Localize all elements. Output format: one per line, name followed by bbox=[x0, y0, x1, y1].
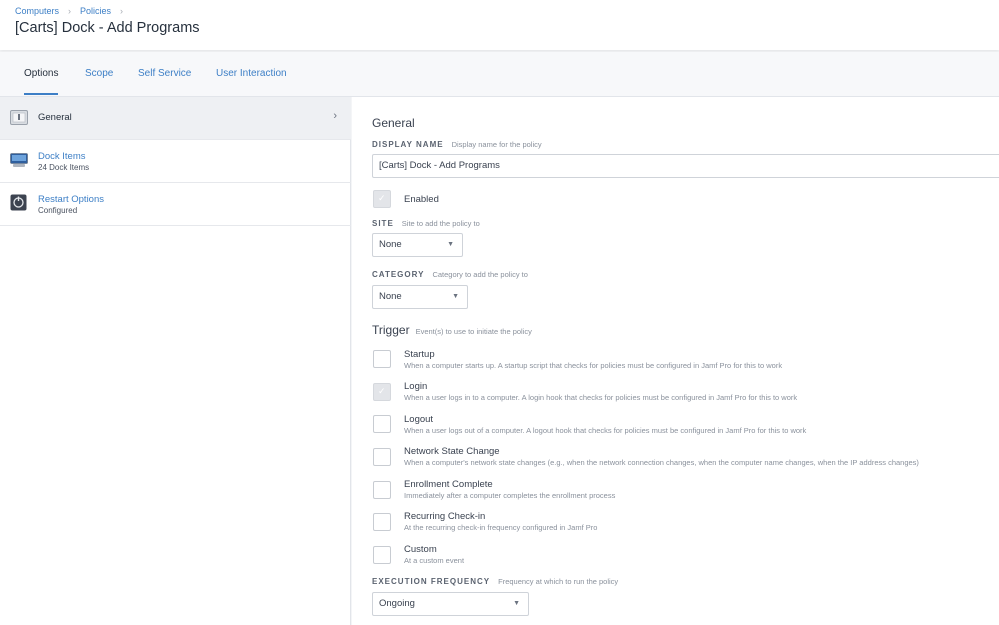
sidebar-item-label: General bbox=[38, 112, 72, 123]
execution-frequency-value: Ongoing bbox=[379, 598, 415, 609]
page-title: [Carts] Dock - Add Programs bbox=[15, 20, 200, 36]
sidebar-item-restart-options[interactable]: Restart Options Configured bbox=[0, 183, 351, 226]
enabled-label: Enabled bbox=[404, 194, 439, 205]
category-label: CATEGORY Category to add the policy to bbox=[372, 270, 528, 279]
execution-frequency-label: EXECUTION FREQUENCY Frequency at which to… bbox=[372, 577, 618, 586]
recurring-check-in-checkbox[interactable] bbox=[373, 513, 391, 531]
dock-icon bbox=[10, 153, 28, 167]
trigger-hint: Event(s) to use to initiate the policy bbox=[415, 327, 532, 336]
enabled-checkbox[interactable]: ✓ bbox=[373, 190, 391, 208]
execution-frequency-select[interactable]: Ongoing ▼ bbox=[372, 592, 529, 616]
field-hint: Category to add the policy to bbox=[432, 270, 528, 279]
checkmark-icon: ✓ bbox=[378, 193, 386, 203]
caret-down-icon: ▼ bbox=[513, 600, 520, 607]
custom-label: Custom bbox=[404, 544, 437, 555]
category-select-value: None bbox=[379, 291, 402, 302]
breadcrumb: Computers › Policies › bbox=[15, 6, 132, 16]
page-header: Computers › Policies › [Carts] Dock - Ad… bbox=[0, 0, 999, 50]
recurring-check-in-label: Recurring Check-in bbox=[404, 511, 486, 522]
section-title: General bbox=[372, 116, 415, 130]
field-label-text: SITE bbox=[372, 219, 394, 228]
caret-down-icon: ▼ bbox=[452, 293, 459, 300]
login-checkbox[interactable]: ✓ bbox=[373, 383, 391, 401]
network-state-change-checkbox[interactable] bbox=[373, 448, 391, 466]
startup-checkbox[interactable] bbox=[373, 350, 391, 368]
network-state-change-description: When a computer's network state changes … bbox=[404, 458, 919, 467]
chevron-right-icon: › bbox=[333, 110, 337, 122]
custom-description: At a custom event bbox=[404, 556, 465, 565]
sidebar-item-label: Restart Options bbox=[38, 194, 104, 205]
logout-description: When a user logs out of a computer. A lo… bbox=[404, 426, 807, 435]
enrollment-complete-checkbox[interactable] bbox=[373, 481, 391, 499]
display-name-input[interactable]: [Carts] Dock - Add Programs bbox=[372, 154, 999, 178]
field-label-text: EXECUTION FREQUENCY bbox=[372, 577, 491, 586]
chevron-right-icon: › bbox=[68, 6, 72, 16]
caret-down-icon: ▼ bbox=[447, 241, 454, 248]
field-label-text: CATEGORY bbox=[372, 270, 425, 279]
tab-user-interaction[interactable]: User Interaction bbox=[216, 68, 287, 79]
startup-description: When a computer starts up. A startup scr… bbox=[404, 361, 783, 370]
tab-options[interactable]: Options bbox=[24, 68, 59, 95]
trigger-title: Trigger Event(s) to use to initiate the p… bbox=[372, 323, 532, 337]
login-label: Login bbox=[404, 381, 428, 392]
logout-checkbox[interactable] bbox=[373, 415, 391, 433]
display-name-label: DISPLAY NAME Display name for the policy bbox=[372, 140, 542, 149]
network-state-change-label: Network State Change bbox=[404, 446, 500, 457]
site-select-value: None bbox=[379, 239, 402, 250]
login-description: When a user logs in to a computer. A log… bbox=[404, 393, 798, 402]
trigger-title-text: Trigger bbox=[372, 323, 410, 337]
options-sidebar: General › Dock Items 24 Dock Items Resta… bbox=[0, 97, 351, 625]
field-hint: Display name for the policy bbox=[451, 140, 542, 149]
site-label: SITE Site to add the policy to bbox=[372, 219, 480, 228]
breadcrumb-policies-link[interactable]: Policies bbox=[80, 6, 111, 16]
tab-bar: Options Scope Self Service User Interact… bbox=[0, 52, 999, 97]
field-hint: Frequency at which to run the policy bbox=[498, 577, 619, 586]
logout-label: Logout bbox=[404, 414, 434, 425]
restart-icon bbox=[10, 194, 27, 211]
chevron-right-icon: › bbox=[120, 6, 124, 16]
site-select[interactable]: None ▼ bbox=[372, 233, 463, 257]
sidebar-item-sublabel: Configured bbox=[38, 206, 78, 215]
field-label-text: DISPLAY NAME bbox=[372, 140, 444, 149]
checkmark-icon: ✓ bbox=[378, 386, 386, 396]
breadcrumb-computers-link[interactable]: Computers bbox=[15, 6, 59, 16]
enrollment-complete-description: Immediately after a computer completes t… bbox=[404, 491, 616, 500]
enrollment-complete-label: Enrollment Complete bbox=[404, 479, 493, 490]
sidebar-item-general[interactable]: General › bbox=[0, 97, 351, 140]
tab-scope[interactable]: Scope bbox=[85, 68, 113, 79]
custom-checkbox[interactable] bbox=[373, 546, 391, 564]
sidebar-item-label: Dock Items bbox=[38, 151, 86, 162]
category-select[interactable]: None ▼ bbox=[372, 285, 468, 309]
general-settings-icon bbox=[10, 110, 28, 125]
sidebar-item-dock-items[interactable]: Dock Items 24 Dock Items bbox=[0, 140, 351, 183]
field-hint: Site to add the policy to bbox=[401, 219, 480, 228]
recurring-check-in-description: At the recurring check-in frequency conf… bbox=[404, 523, 598, 532]
startup-label: Startup bbox=[404, 349, 435, 360]
sidebar-item-sublabel: 24 Dock Items bbox=[38, 163, 90, 172]
general-panel: General DISPLAY NAME Display name for the… bbox=[352, 97, 999, 625]
tab-self-service[interactable]: Self Service bbox=[138, 68, 191, 79]
